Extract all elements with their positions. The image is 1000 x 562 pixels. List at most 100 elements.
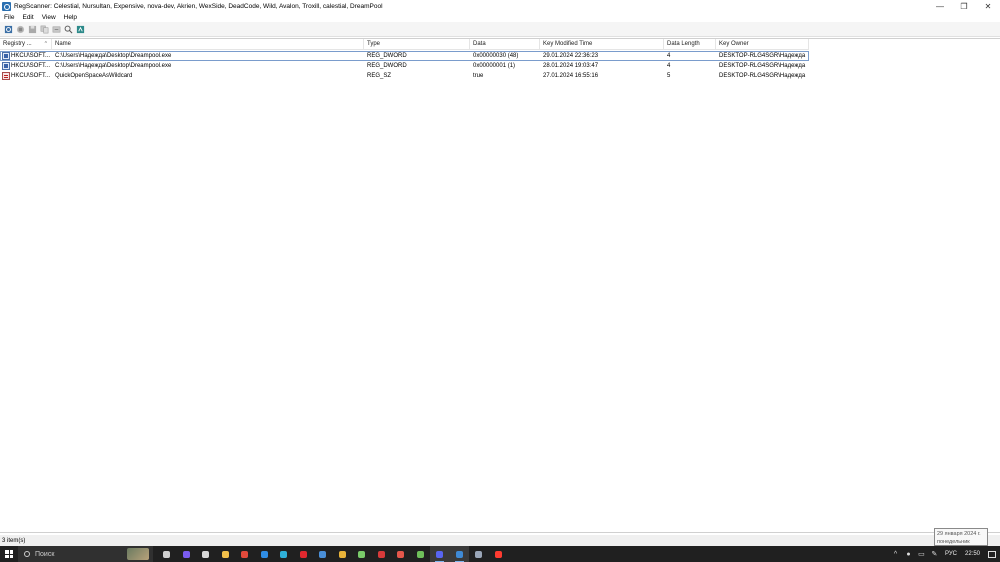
app-gamepad-icon[interactable] [391,546,411,562]
app-mail-icon[interactable] [372,546,392,562]
sort-ascending-icon: ^ [44,41,47,47]
edge-icon[interactable] [274,546,294,562]
find-icon[interactable] [63,24,73,34]
name-cell: C:\Users\Надежда\Desktop\Dreampool.exe [55,53,172,59]
column-header-length[interactable]: Data Length [664,39,716,50]
taskbar-apps [157,546,508,562]
app-red-icon-glyph [241,550,249,558]
search-icon [24,551,30,557]
close-button[interactable]: ✕ [976,0,1000,12]
column-header-modified[interactable]: Key Modified Time [540,39,664,50]
system-tray: ^ ● ▭ ✎ РУС 22:50 [889,546,1000,562]
column-header-row: Registry ... ^ Name Type Data Key Modifi… [0,39,809,50]
tooltip-weekday: понедельник [937,539,970,545]
status-bar: 3 item(s) [0,535,1000,546]
app-recycle-icon[interactable] [352,546,372,562]
app-blue-icon[interactable] [255,546,275,562]
copy-icon[interactable] [39,24,49,34]
app-monitor-icon[interactable] [313,546,333,562]
length-cell: 4 [667,63,671,69]
column-header-type[interactable]: Type [364,39,470,50]
window-controls: — ❐ ✕ [928,0,1000,12]
type-cell: REG_DWORD [367,63,407,69]
title-bar: RegScanner: Celestial, Nursultan, Expens… [0,0,1000,12]
file-explorer-icon[interactable] [216,546,236,562]
menu-edit[interactable]: Edit [21,14,34,21]
owner-cell: DESKTOP-RLG4SGR\Надежда [719,73,806,79]
taskbar: Поиск ^ ● ▭ ✎ РУС 22:50 [0,546,1000,562]
search-highlight-image [127,548,149,560]
opera-icon[interactable] [294,546,314,562]
clock[interactable]: 22:50 [961,551,984,557]
yandex-icon[interactable] [489,546,509,562]
app-monitor-icon-glyph [319,550,327,558]
app-cube-icon[interactable] [411,546,431,562]
registry-path: HKCU\SOFT... [11,63,51,69]
table-row[interactable]: HKCU\SOFT... C:\Users\Надежда\Desktop\Dr… [0,61,809,71]
registry-cell: HKCU\SOFT... [0,51,52,61]
owner-cell: DESKTOP-RLG4SGR\Надежда [719,53,806,59]
yandex-icon-glyph [494,550,502,558]
date-tooltip: 29 января 2024 г. понедельник [934,528,988,546]
edge-icon-glyph [280,550,288,558]
restore-button[interactable]: ❐ [952,0,976,12]
new-scan-icon[interactable] [3,24,13,34]
notifications-icon[interactable] [984,546,1000,562]
table-row[interactable]: HKCU\SOFT... QuickOpenSpaceAsWildcard RE… [0,71,809,81]
chrome-icon[interactable] [333,546,353,562]
stop-icon[interactable] [15,24,25,34]
app-purple-icon-glyph [182,550,190,558]
regscanner-taskbar-icon[interactable] [449,546,469,562]
regscanner-taskbar-icon-glyph [455,550,463,558]
app-cat-icon[interactable] [196,546,216,562]
column-header-registry[interactable]: Registry ... ^ [0,39,52,50]
discord-icon-glyph [436,550,444,558]
reg-dword-icon [2,62,10,70]
registry-cell: HKCU\SOFT... [0,61,52,71]
start-button[interactable] [0,546,18,562]
export-regedit-icon[interactable] [51,24,61,34]
window-title: RegScanner: Celestial, Nursultan, Expens… [14,2,383,10]
reg-dword-icon [2,52,10,60]
save-icon[interactable] [27,24,37,34]
app-terminal-icon[interactable] [469,546,489,562]
modified-cell: 28.01.2024 19:03:47 [543,63,599,69]
app-red-icon[interactable] [235,546,255,562]
regedit-icon[interactable] [75,24,85,34]
column-header-owner[interactable]: Key Owner [716,39,809,50]
toolbar [0,22,1000,37]
column-header-name[interactable]: Name [52,39,364,50]
length-cell: 5 [667,73,671,79]
opera-icon-glyph [299,550,307,558]
results-list[interactable]: Registry ... ^ Name Type Data Key Modifi… [0,38,1000,533]
menu-file[interactable]: File [3,14,15,21]
chrome-icon-glyph [338,550,346,558]
data-cell: 0x00000030 (48) [473,53,519,59]
registry-cell: HKCU\SOFT... [0,71,52,81]
owner-cell: DESKTOP-RLG4SGR\Надежда [719,63,806,69]
tooltip-date: 29 января 2024 г. [937,531,981,537]
network-icon[interactable]: ▭ [915,546,928,562]
column-header-data[interactable]: Data [470,39,540,50]
table-row[interactable]: HKCU\SOFT... C:\Users\Надежда\Desktop\Dr… [0,51,809,61]
language-indicator[interactable]: РУС [941,551,961,557]
minimize-button[interactable]: — [928,0,952,12]
chevron-up-icon[interactable]: ^ [889,546,902,562]
data-cell: true [473,73,484,79]
column-header-label: Registry ... [3,41,32,47]
regscanner-app-icon[interactable] [2,1,11,11]
type-cell: REG_SZ [367,73,392,79]
registry-path: HKCU\SOFT... [11,53,51,59]
file-explorer-icon-glyph [221,550,229,558]
task-view-icon-glyph [163,550,171,558]
type-cell: REG_DWORD [367,53,407,59]
pen-icon[interactable]: ✎ [928,546,941,562]
name-cell: C:\Users\Надежда\Desktop\Dreampool.exe [55,63,172,69]
app-blue-icon-glyph [260,550,268,558]
task-view-icon[interactable] [157,546,177,562]
microphone-icon[interactable]: ● [902,546,915,562]
menu-view[interactable]: View [41,14,57,21]
app-purple-icon[interactable] [177,546,197,562]
menu-help[interactable]: Help [63,14,78,21]
discord-icon[interactable] [430,546,450,562]
